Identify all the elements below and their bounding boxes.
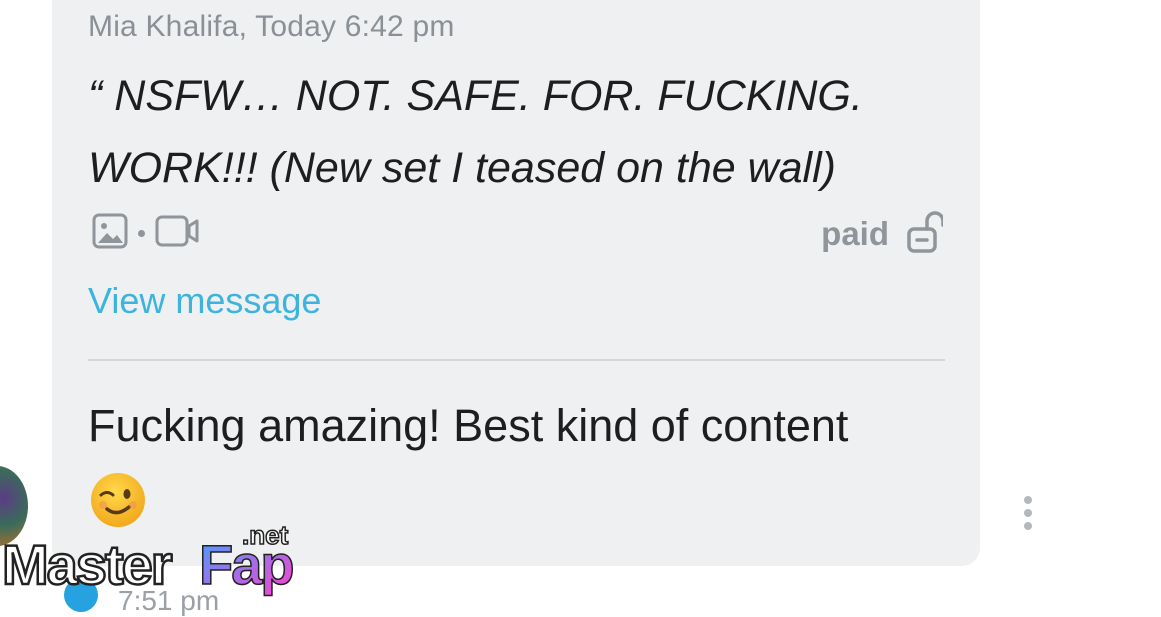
watermark-master: Master bbox=[2, 533, 172, 596]
paid-label: paid bbox=[821, 215, 889, 252]
message-sender-time: Mia Khalifa, Today 6:42 pm bbox=[88, 10, 455, 43]
image-icon bbox=[92, 213, 128, 254]
unlocked-lock-icon bbox=[907, 210, 945, 258]
separator-dot bbox=[138, 229, 145, 237]
reply-text: Fucking amazing! Best kind of content bbox=[88, 400, 849, 451]
paid-status: paid bbox=[821, 210, 945, 258]
watermark-logo: Master Fap .net bbox=[1, 518, 307, 598]
more-options-icon[interactable] bbox=[1018, 494, 1038, 534]
quoted-message-text: “ NSFW… NOT. SAFE. FOR. FUCKING. WORK!!!… bbox=[88, 72, 863, 192]
video-icon bbox=[155, 214, 199, 253]
media-indicators bbox=[92, 213, 199, 253]
view-message-link[interactable]: View message bbox=[88, 280, 321, 322]
watermark-suffix: .net bbox=[242, 520, 289, 550]
divider bbox=[88, 359, 945, 361]
